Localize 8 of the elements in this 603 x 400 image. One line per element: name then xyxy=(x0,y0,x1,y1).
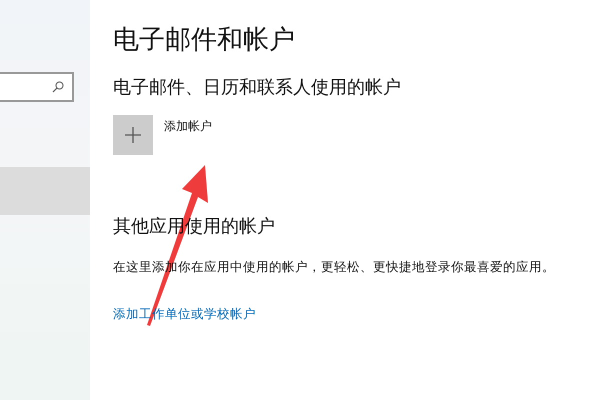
add-tile[interactable] xyxy=(113,115,153,155)
page-title: 电子邮件和帐户 xyxy=(113,23,296,56)
section-heading: 电子邮件、日历和联系人使用的帐户 xyxy=(113,76,402,99)
plus-icon xyxy=(125,127,141,143)
add-account-link[interactable]: 添加帐户 xyxy=(164,118,212,134)
search-icon xyxy=(52,81,64,93)
nav-item[interactable] xyxy=(0,167,90,215)
search-field[interactable] xyxy=(0,72,74,102)
